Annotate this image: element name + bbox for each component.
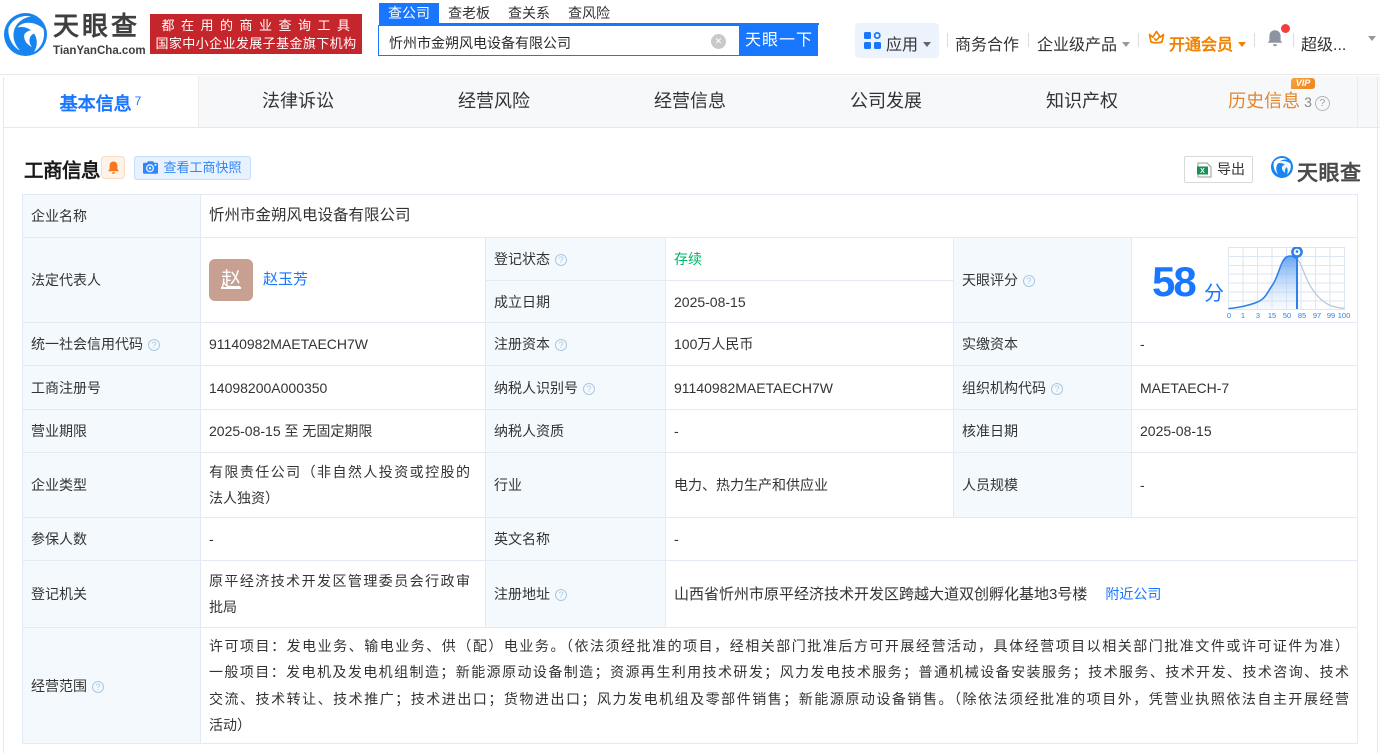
svg-text:0: 0 bbox=[1227, 311, 1231, 320]
svg-text:100: 100 bbox=[1338, 311, 1351, 320]
svg-text:97: 97 bbox=[1313, 311, 1321, 320]
svg-text:1: 1 bbox=[1241, 311, 1245, 320]
svg-text:85: 85 bbox=[1298, 311, 1306, 320]
svg-text:50: 50 bbox=[1283, 311, 1291, 320]
svg-text:3: 3 bbox=[1256, 311, 1260, 320]
svg-text:99: 99 bbox=[1327, 311, 1335, 320]
svg-text:X: X bbox=[1200, 168, 1205, 175]
svg-text:15: 15 bbox=[1268, 311, 1276, 320]
